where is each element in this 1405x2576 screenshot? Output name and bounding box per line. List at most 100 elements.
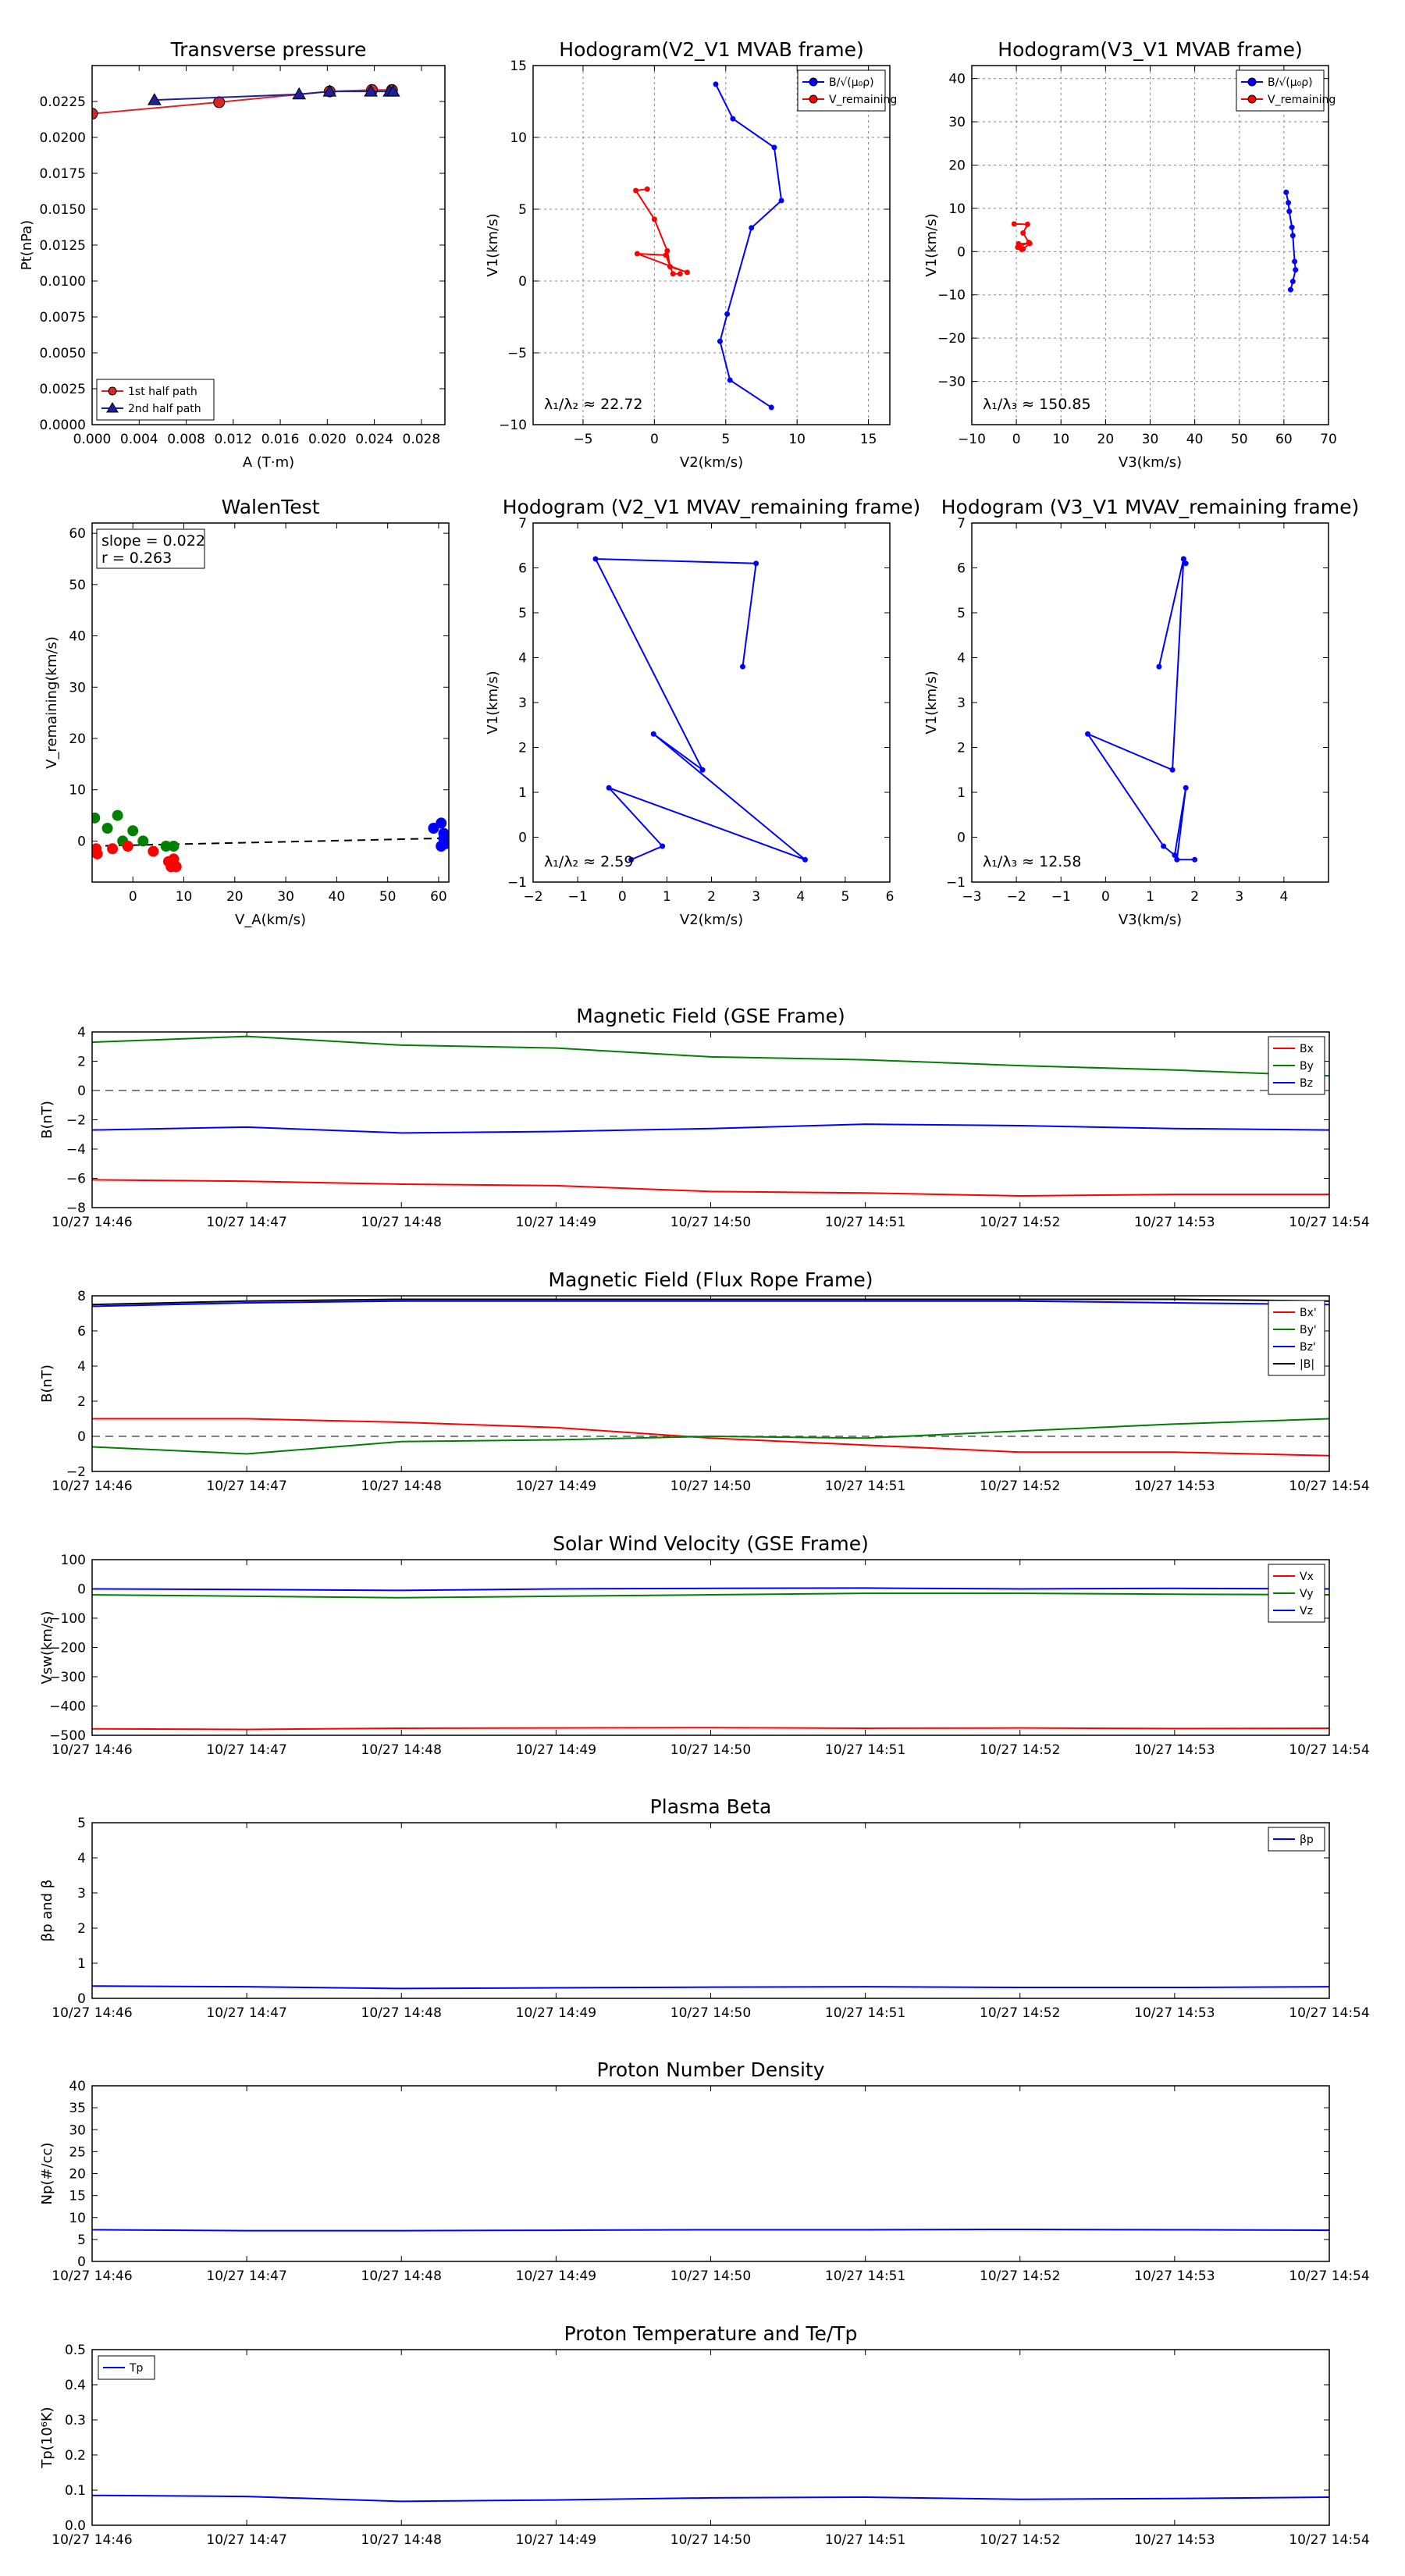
- y-tick-label: 100: [61, 1553, 86, 1568]
- y-tick-label: 40: [69, 629, 86, 645]
- series-Vz: [92, 1587, 1329, 1592]
- x-tick-label: 10/27 14:47: [206, 1742, 286, 1758]
- x-tick-label: 1: [1146, 889, 1154, 905]
- x-tick-label: 10/27 14:53: [1134, 2532, 1215, 2548]
- data-point: [1289, 224, 1295, 230]
- data-point: [677, 271, 683, 277]
- x-tick-label: 5: [721, 432, 730, 447]
- x-axis-label: V_A(km/s): [235, 912, 306, 928]
- y-tick-label: 5: [77, 1816, 86, 1831]
- legend-label: Tp: [129, 2362, 144, 2375]
- y-tick-label: 0: [77, 834, 86, 849]
- x-tick-label: 10/27 14:49: [516, 1478, 596, 1494]
- data-point: [1183, 785, 1189, 791]
- x-tick-label: 10/27 14:54: [1289, 1742, 1369, 1758]
- legend-label: V_remaining: [1268, 94, 1336, 106]
- data-point: [1286, 200, 1292, 206]
- legend-label: Bz': [1300, 1341, 1316, 1354]
- series-V_remaining: [1011, 221, 1033, 253]
- y-tick-label: −4: [66, 1142, 86, 1158]
- x-tick-label: 10/27 14:48: [361, 1742, 442, 1758]
- y-tick-label: 0.0125: [40, 238, 86, 254]
- data-point: [1020, 229, 1026, 236]
- series-line: [92, 1587, 1329, 1592]
- x-tick-label: 10/27 14:46: [52, 1215, 132, 1230]
- data-point: [592, 556, 599, 562]
- y-tick-label: 0.0025: [40, 382, 86, 397]
- y-tick-label: 0.0225: [40, 94, 86, 110]
- x-tick-label: 10/27 14:48: [361, 1478, 442, 1494]
- x-tick-label: 10: [1052, 432, 1069, 447]
- series-line: [92, 1123, 1329, 1134]
- data-point: [148, 845, 159, 857]
- chart-hodogram-v3-v1-mvav: Hodogram (V3_V1 MVAV_remaining frame)−3−…: [923, 496, 1359, 928]
- legend: B/√(μ₀ρ) V_remaining: [797, 69, 897, 112]
- plot-area: [92, 1298, 1329, 1457]
- data-point: [730, 116, 736, 122]
- y-tick-label: 0: [77, 1582, 86, 1598]
- x-tick-label: 10/27 14:50: [670, 2532, 751, 2548]
- data-point: [92, 848, 103, 859]
- series-line: [92, 1418, 1329, 1457]
- y-tick-label: 4: [518, 651, 527, 667]
- data-point: [1169, 767, 1176, 773]
- legend-label: Vz: [1300, 1605, 1313, 1617]
- x-tick-label: 10/27 14:53: [1134, 1478, 1215, 1494]
- chart-title: Hodogram(V3_V1 MVAB frame): [998, 38, 1302, 61]
- y-tick-label: 2: [957, 741, 966, 756]
- x-tick-label: 10: [176, 889, 193, 905]
- series-path: [1085, 556, 1198, 863]
- data-point: [1289, 233, 1296, 239]
- series-Np: [92, 2228, 1329, 2232]
- data-point: [633, 187, 639, 194]
- plot-frame: [971, 65, 1329, 425]
- plot-frame: [91, 1822, 1330, 1999]
- legend: βp: [1268, 1827, 1325, 1852]
- data-point: [667, 264, 673, 270]
- x-tick-label: 10/27 14:51: [825, 2005, 905, 2021]
- x-tick-label: 10/27 14:49: [516, 2268, 596, 2284]
- y-tick-label: 5: [77, 2233, 86, 2248]
- x-tick-label: 10/27 14:48: [361, 2005, 442, 2021]
- chart-title: Solar Wind Velocity (GSE Frame): [553, 1532, 869, 1555]
- y-tick-label: −500: [49, 1728, 86, 1744]
- x-tick-label: −5: [573, 432, 592, 447]
- x-tick-label: 10/27 14:50: [670, 2268, 751, 2284]
- x-tick-label: 10/27 14:54: [1289, 2268, 1369, 2284]
- legend-label: By': [1300, 1324, 1317, 1336]
- legend-label: Bx: [1300, 1043, 1314, 1055]
- x-tick-label: 6: [886, 889, 895, 905]
- x-tick-label: −2: [523, 889, 542, 905]
- series-B/√(μ₀ρ): [1283, 189, 1299, 293]
- plot-area: [92, 2228, 1329, 2232]
- series-line: [634, 188, 688, 275]
- series-Bx': [92, 1418, 1329, 1457]
- x-tick-label: 10/27 14:50: [670, 1478, 751, 1494]
- y-tick-label: 40: [948, 72, 966, 87]
- legend-label: 1st half path: [128, 386, 197, 398]
- x-tick-label: 10/27 14:51: [825, 2268, 905, 2284]
- y-tick-label: 6: [957, 561, 966, 577]
- y-tick-label: 8: [77, 1289, 86, 1304]
- y-axis-label: V1(km/s): [485, 213, 501, 276]
- legend-label: B/√(μ₀ρ): [1268, 76, 1313, 89]
- y-tick-label: 0.0: [65, 2518, 86, 2534]
- y-tick-label: −10: [937, 288, 966, 304]
- y-tick-label: 10: [510, 130, 527, 146]
- data-point: [436, 817, 447, 829]
- chart-title: Transverse pressure: [170, 38, 367, 61]
- y-tick-label: 2: [77, 1055, 86, 1070]
- x-tick-label: 10/27 14:46: [52, 2268, 132, 2284]
- y-tick-label: 10: [69, 2211, 86, 2226]
- ratio-annotation: λ₁/λ₃ ≈ 12.58: [983, 853, 1082, 870]
- data-point: [651, 216, 657, 222]
- y-tick-label: 3: [518, 696, 527, 711]
- x-axis-label: V2(km/s): [680, 454, 743, 471]
- plot-area: [92, 809, 449, 873]
- y-tick-label: 60: [69, 526, 86, 542]
- x-tick-label: 10/27 14:49: [516, 1215, 596, 1230]
- y-tick-label: −10: [499, 418, 527, 433]
- y-axis-label: Pt(nPa): [19, 220, 35, 270]
- data-point: [724, 311, 731, 317]
- y-tick-label: 30: [69, 680, 86, 696]
